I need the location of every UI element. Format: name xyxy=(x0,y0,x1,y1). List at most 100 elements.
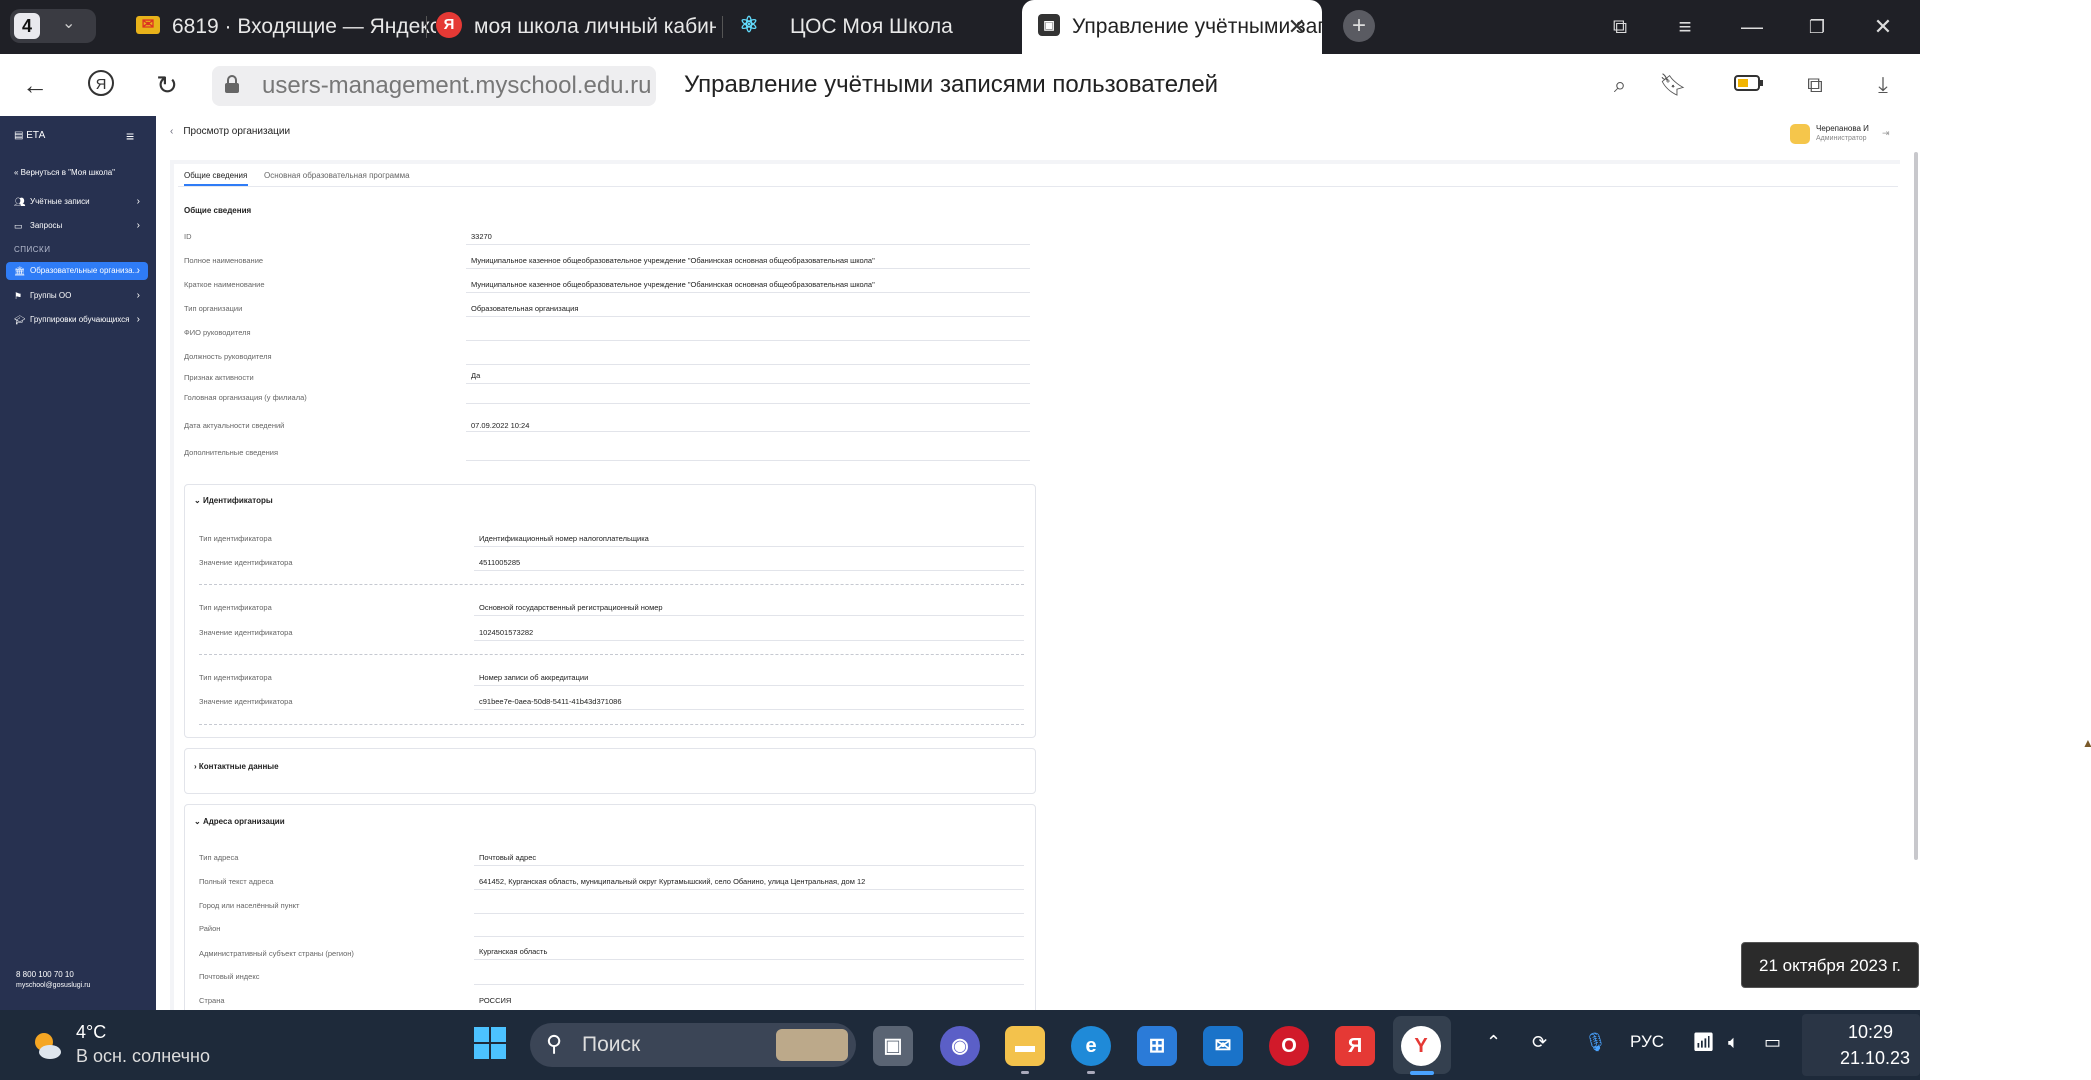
field-label: Дополнительные сведения xyxy=(184,448,279,457)
hamburger-icon[interactable]: ≡ xyxy=(126,128,134,144)
language-indicator[interactable]: РУС xyxy=(1630,1032,1664,1052)
field-value-active: Да xyxy=(471,371,481,380)
tab-mail[interactable]: ✉ 6819 · Входящие — Яндекс xyxy=(136,0,436,54)
minimize-button[interactable]: — xyxy=(1727,0,1777,54)
tab-count: 4 xyxy=(14,13,40,39)
tab-general-info[interactable]: Общие сведения xyxy=(184,171,247,180)
identifier-value: 1024501573282 xyxy=(479,628,534,637)
address-bar: ← Я ↻ users-management.myschool.edu.ru У… xyxy=(0,54,1920,116)
back-arrow-icon[interactable]: ← xyxy=(18,68,52,102)
start-windows-icon[interactable] xyxy=(470,1026,510,1066)
sidebar-item-requests[interactable]: ▭ Запросы › xyxy=(6,216,148,236)
chevron-up-icon[interactable]: ⌃ xyxy=(1486,1032,1501,1053)
new-tab-button[interactable]: + xyxy=(1343,10,1375,42)
avatar xyxy=(1790,124,1810,144)
building-icon: 🏛︎ xyxy=(14,266,26,276)
yandex-home-icon[interactable]: Я xyxy=(84,68,118,102)
tab-school-cabinet[interactable]: Ямоя школа личный кабинет xyxy=(436,0,716,54)
page-icon: ▣ xyxy=(1038,14,1060,37)
back-to-school-link[interactable]: « Вернуться в "Моя школа" xyxy=(14,168,115,177)
tab-label: моя школа личный кабинет xyxy=(474,15,716,38)
restore-button[interactable]: ❐ xyxy=(1792,0,1842,54)
sidebar-item-label: Группировки обучающихся xyxy=(30,315,130,324)
close-window-button[interactable]: ✕ xyxy=(1858,0,1908,54)
volume-icon[interactable]: 🔈︎ xyxy=(1728,1032,1739,1053)
reload-icon[interactable]: ↻ xyxy=(150,68,184,102)
task-view-icon[interactable]: ▣ xyxy=(873,1026,913,1066)
address-region-value: Курганская область xyxy=(479,947,548,956)
mail-app-icon[interactable]: ✉ xyxy=(1203,1026,1243,1066)
opera-icon[interactable]: O xyxy=(1269,1026,1309,1066)
bookmarks-panel-icon[interactable]: ⧉ xyxy=(1595,0,1645,54)
menu-icon[interactable]: ≡ xyxy=(1660,0,1710,54)
field-value-short-name: Муниципальное казенное общеобразовательн… xyxy=(471,280,875,289)
contacts-toggle[interactable]: › Контактные данные xyxy=(194,762,279,771)
address-type-value: Почтовый адрес xyxy=(479,853,537,862)
app-logo[interactable]: ▤ ЕТА xyxy=(14,130,45,141)
edge-browser-icon[interactable]: e xyxy=(1071,1026,1111,1066)
url-text: users-management.myschool.edu.ru xyxy=(262,72,652,99)
search-comment-icon[interactable]: ⌕ xyxy=(1605,70,1635,100)
support-email[interactable]: myschool@gosuslugi.ru xyxy=(16,982,90,989)
tabs-divider xyxy=(178,186,1898,187)
logout-icon[interactable]: ⇥ xyxy=(1882,128,1890,139)
users-icon: 👥︎ xyxy=(14,197,26,207)
app-sidebar: ▤ ЕТА ≡ « Вернуться в "Моя школа" 👥︎ Учёт… xyxy=(0,116,156,1010)
inbox-icon: ▭ xyxy=(14,221,23,231)
field-value-org-type: Образовательная организация xyxy=(471,304,579,313)
yandex-browser-icon[interactable]: Y xyxy=(1401,1026,1441,1066)
tab-counter-button[interactable]: 4 ⌄ xyxy=(10,9,96,43)
chevron-left-icon[interactable]: ‹ xyxy=(170,126,173,137)
field-label: Должность руководителя xyxy=(184,352,272,361)
weather-sun-cloud-icon[interactable] xyxy=(30,1028,64,1062)
sidebar-item-student-groups[interactable]: 🎓︎ Группировки обучающихся › xyxy=(6,310,148,330)
tab-cos-school[interactable]: ⚛ ЦОС Моя Школа xyxy=(736,0,1006,54)
yandex-app-icon[interactable]: Я xyxy=(1335,1026,1375,1066)
field-label: Тип идентификатора xyxy=(199,534,272,543)
chevron-right-icon: › xyxy=(136,196,140,207)
field-label: Тип идентификатора xyxy=(199,673,272,682)
tab-education-program[interactable]: Основная образовательная программа xyxy=(264,171,410,180)
field-label: Город или населённый пункт xyxy=(199,901,300,910)
wifi-icon[interactable]: 📶︎ xyxy=(1692,1032,1715,1053)
battery-icon[interactable]: ▭ xyxy=(1764,1032,1781,1053)
windows-taskbar: 4°C В осн. солнечно ⚲ Поиск ▣ ◉ ▬ e ⊞ ✉ … xyxy=(0,1010,1920,1080)
battery-saver-icon[interactable] xyxy=(1734,70,1764,100)
tab-user-management[interactable]: ▣ Управление учётными записями ✕ xyxy=(1022,0,1322,54)
page-scrollbar[interactable] xyxy=(1914,152,1918,860)
teams-chat-icon[interactable]: ◉ xyxy=(940,1026,980,1066)
weather-description: В осн. солнечно xyxy=(76,1046,210,1066)
breadcrumb: ‹ Просмотр организации xyxy=(170,126,290,137)
field-label: Признак активности xyxy=(184,373,254,382)
bookmark-icon[interactable]: 🔖︎ xyxy=(1658,70,1688,100)
field-label: ФИО руководителя xyxy=(184,328,251,337)
download-icon[interactable]: ⤓ xyxy=(1868,70,1898,100)
tab-label: Управление учётными записями xyxy=(1072,15,1322,38)
sidebar-item-organizations[interactable]: 🏛︎ Образовательные организа... › xyxy=(6,262,148,280)
addresses-toggle[interactable]: ⌄ Адреса организации xyxy=(194,817,285,826)
chevron-right-icon: › xyxy=(136,314,140,325)
tab-label: 6819 · Входящие — Яндекс xyxy=(172,15,436,38)
search-highlight-image xyxy=(776,1029,848,1061)
app-logo-text: ЕТА xyxy=(26,130,46,141)
field-label: Полный текст адреса xyxy=(199,877,274,886)
file-explorer-icon[interactable]: ▬ xyxy=(1005,1026,1045,1066)
field-label: Дата актуальности сведений xyxy=(184,421,285,430)
taskbar-search[interactable]: ⚲ Поиск xyxy=(530,1023,856,1067)
microphone-icon[interactable]: 🎙︎ xyxy=(1584,1032,1607,1053)
addresses-title: Адреса организации xyxy=(202,817,285,826)
svg-text:Я: Я xyxy=(96,76,107,93)
collections-icon[interactable]: ⧉ xyxy=(1800,70,1830,100)
address-full-value: 641452, Курганская область, муниципальны… xyxy=(479,877,866,886)
identifiers-toggle[interactable]: ⌄ Идентификаторы xyxy=(194,496,273,505)
user-name: Черепанова И xyxy=(1816,124,1869,133)
url-field[interactable]: users-management.myschool.edu.ru xyxy=(212,66,656,106)
field-label: Административный субъект страны (регион) xyxy=(199,949,354,958)
close-tab-icon[interactable]: ✕ xyxy=(1288,0,1306,54)
microsoft-store-icon[interactable]: ⊞ xyxy=(1137,1026,1177,1066)
sync-icon[interactable]: ⟳ xyxy=(1532,1032,1547,1053)
identifier-value: 4511005285 xyxy=(479,558,521,567)
sidebar-item-accounts[interactable]: 👥︎ Учётные записи › xyxy=(6,192,148,212)
chevron-right-icon: › xyxy=(136,290,140,301)
sidebar-item-groups[interactable]: ⚑ Группы ОО › xyxy=(6,286,148,306)
